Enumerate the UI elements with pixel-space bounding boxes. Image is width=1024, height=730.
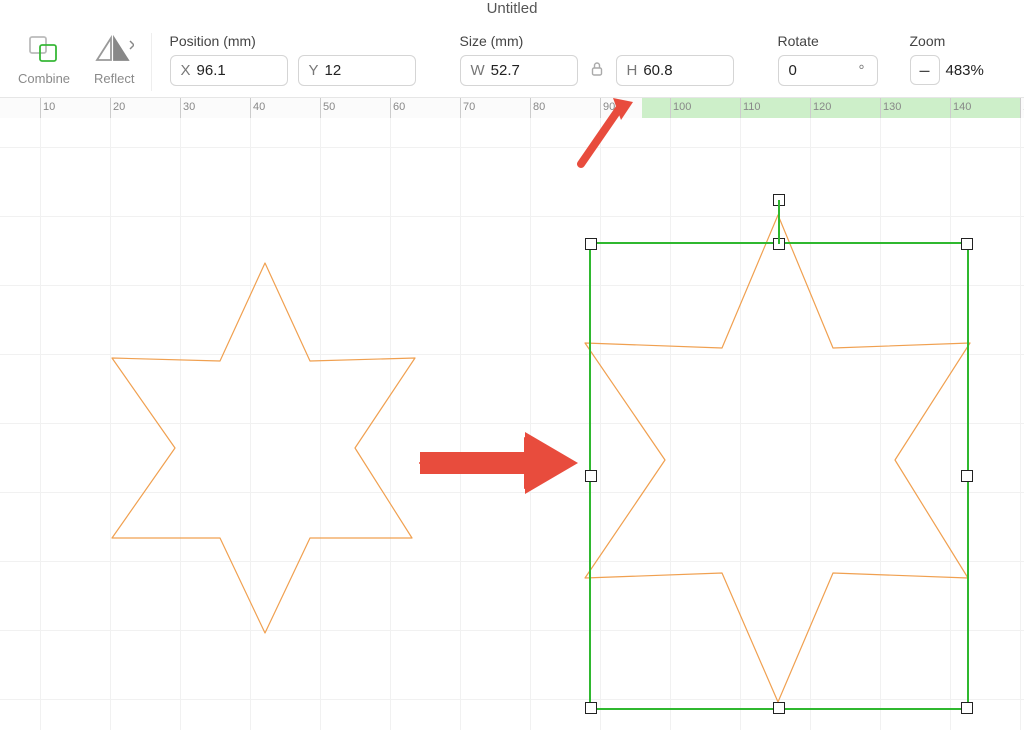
ruler-tick-label: 20	[113, 101, 125, 113]
handle-sw[interactable]	[585, 702, 597, 714]
ruler-tick-label: 100	[673, 101, 691, 113]
handle-nw[interactable]	[585, 238, 597, 250]
size-w-value: 52.7	[491, 62, 520, 79]
rotate-value: 0	[789, 62, 797, 79]
horizontal-ruler[interactable]: 102030405060708090100110120130140150	[0, 98, 1024, 120]
handle-s[interactable]	[773, 702, 785, 714]
ruler-tick-label: 70	[463, 101, 475, 113]
toolbar: Combine Reflect Position (mm) X 96.1 Y 1…	[0, 25, 1024, 98]
position-y-input[interactable]: Y 12	[298, 55, 416, 86]
selection-box[interactable]	[589, 242, 969, 710]
zoom-group: Zoom – 483%	[886, 33, 984, 85]
size-w-input[interactable]: W 52.7	[460, 55, 578, 86]
annotation-arrow-icon	[415, 418, 580, 508]
position-x-value: 96.1	[197, 62, 226, 79]
ruler-tick-label: 130	[883, 101, 901, 113]
window-title: Untitled	[0, 0, 1024, 25]
canvas[interactable]	[0, 118, 1024, 730]
ruler-tick-label: 10	[43, 101, 55, 113]
rotate-group: Rotate 0 °	[742, 33, 886, 86]
combine-label: Combine	[18, 71, 70, 86]
ruler-tick-label: 50	[323, 101, 335, 113]
reflect-icon	[94, 33, 134, 67]
combine-tool[interactable]: Combine	[6, 33, 82, 86]
star-shape-left[interactable]	[112, 263, 415, 633]
rotate-unit: °	[859, 62, 865, 79]
position-x-input[interactable]: X 96.1	[170, 55, 288, 86]
ruler-tick-label: 80	[533, 101, 545, 113]
zoom-label: Zoom	[910, 33, 946, 49]
ruler-tick-label: 120	[813, 101, 831, 113]
handle-ne[interactable]	[961, 238, 973, 250]
size-h-input[interactable]: H 60.8	[616, 55, 734, 86]
rotate-input[interactable]: 0 °	[778, 55, 878, 86]
position-y-value: 12	[325, 62, 342, 79]
position-label: Position (mm)	[170, 33, 256, 49]
reflect-label: Reflect	[94, 71, 134, 86]
ruler-tick-label: 30	[183, 101, 195, 113]
position-group: Position (mm) X 96.1 Y 12	[156, 33, 424, 86]
prefix-h: H	[627, 62, 638, 79]
combine-icon	[27, 33, 61, 67]
handle-e[interactable]	[961, 470, 973, 482]
handle-w[interactable]	[585, 470, 597, 482]
zoom-value: 483%	[946, 62, 984, 79]
ruler-tick-label: 40	[253, 101, 265, 113]
prefix-x: X	[181, 62, 191, 79]
reflect-tool[interactable]: Reflect	[82, 33, 146, 86]
handle-se[interactable]	[961, 702, 973, 714]
ruler-tick-label: 140	[953, 101, 971, 113]
rotate-label: Rotate	[778, 33, 819, 49]
size-group: Size (mm) W 52.7 H 60.8	[424, 33, 742, 86]
ruler-tick-label: 110	[743, 101, 761, 113]
size-h-value: 60.8	[643, 62, 672, 79]
prefix-y: Y	[309, 62, 319, 79]
zoom-out-button[interactable]: –	[910, 55, 940, 85]
lock-aspect-icon[interactable]	[588, 61, 606, 80]
size-label: Size (mm)	[460, 33, 524, 49]
ruler-tick-label: 60	[393, 101, 405, 113]
separator	[151, 33, 152, 91]
prefix-w: W	[471, 62, 485, 79]
annotation-lock-arrow-icon	[575, 94, 635, 169]
